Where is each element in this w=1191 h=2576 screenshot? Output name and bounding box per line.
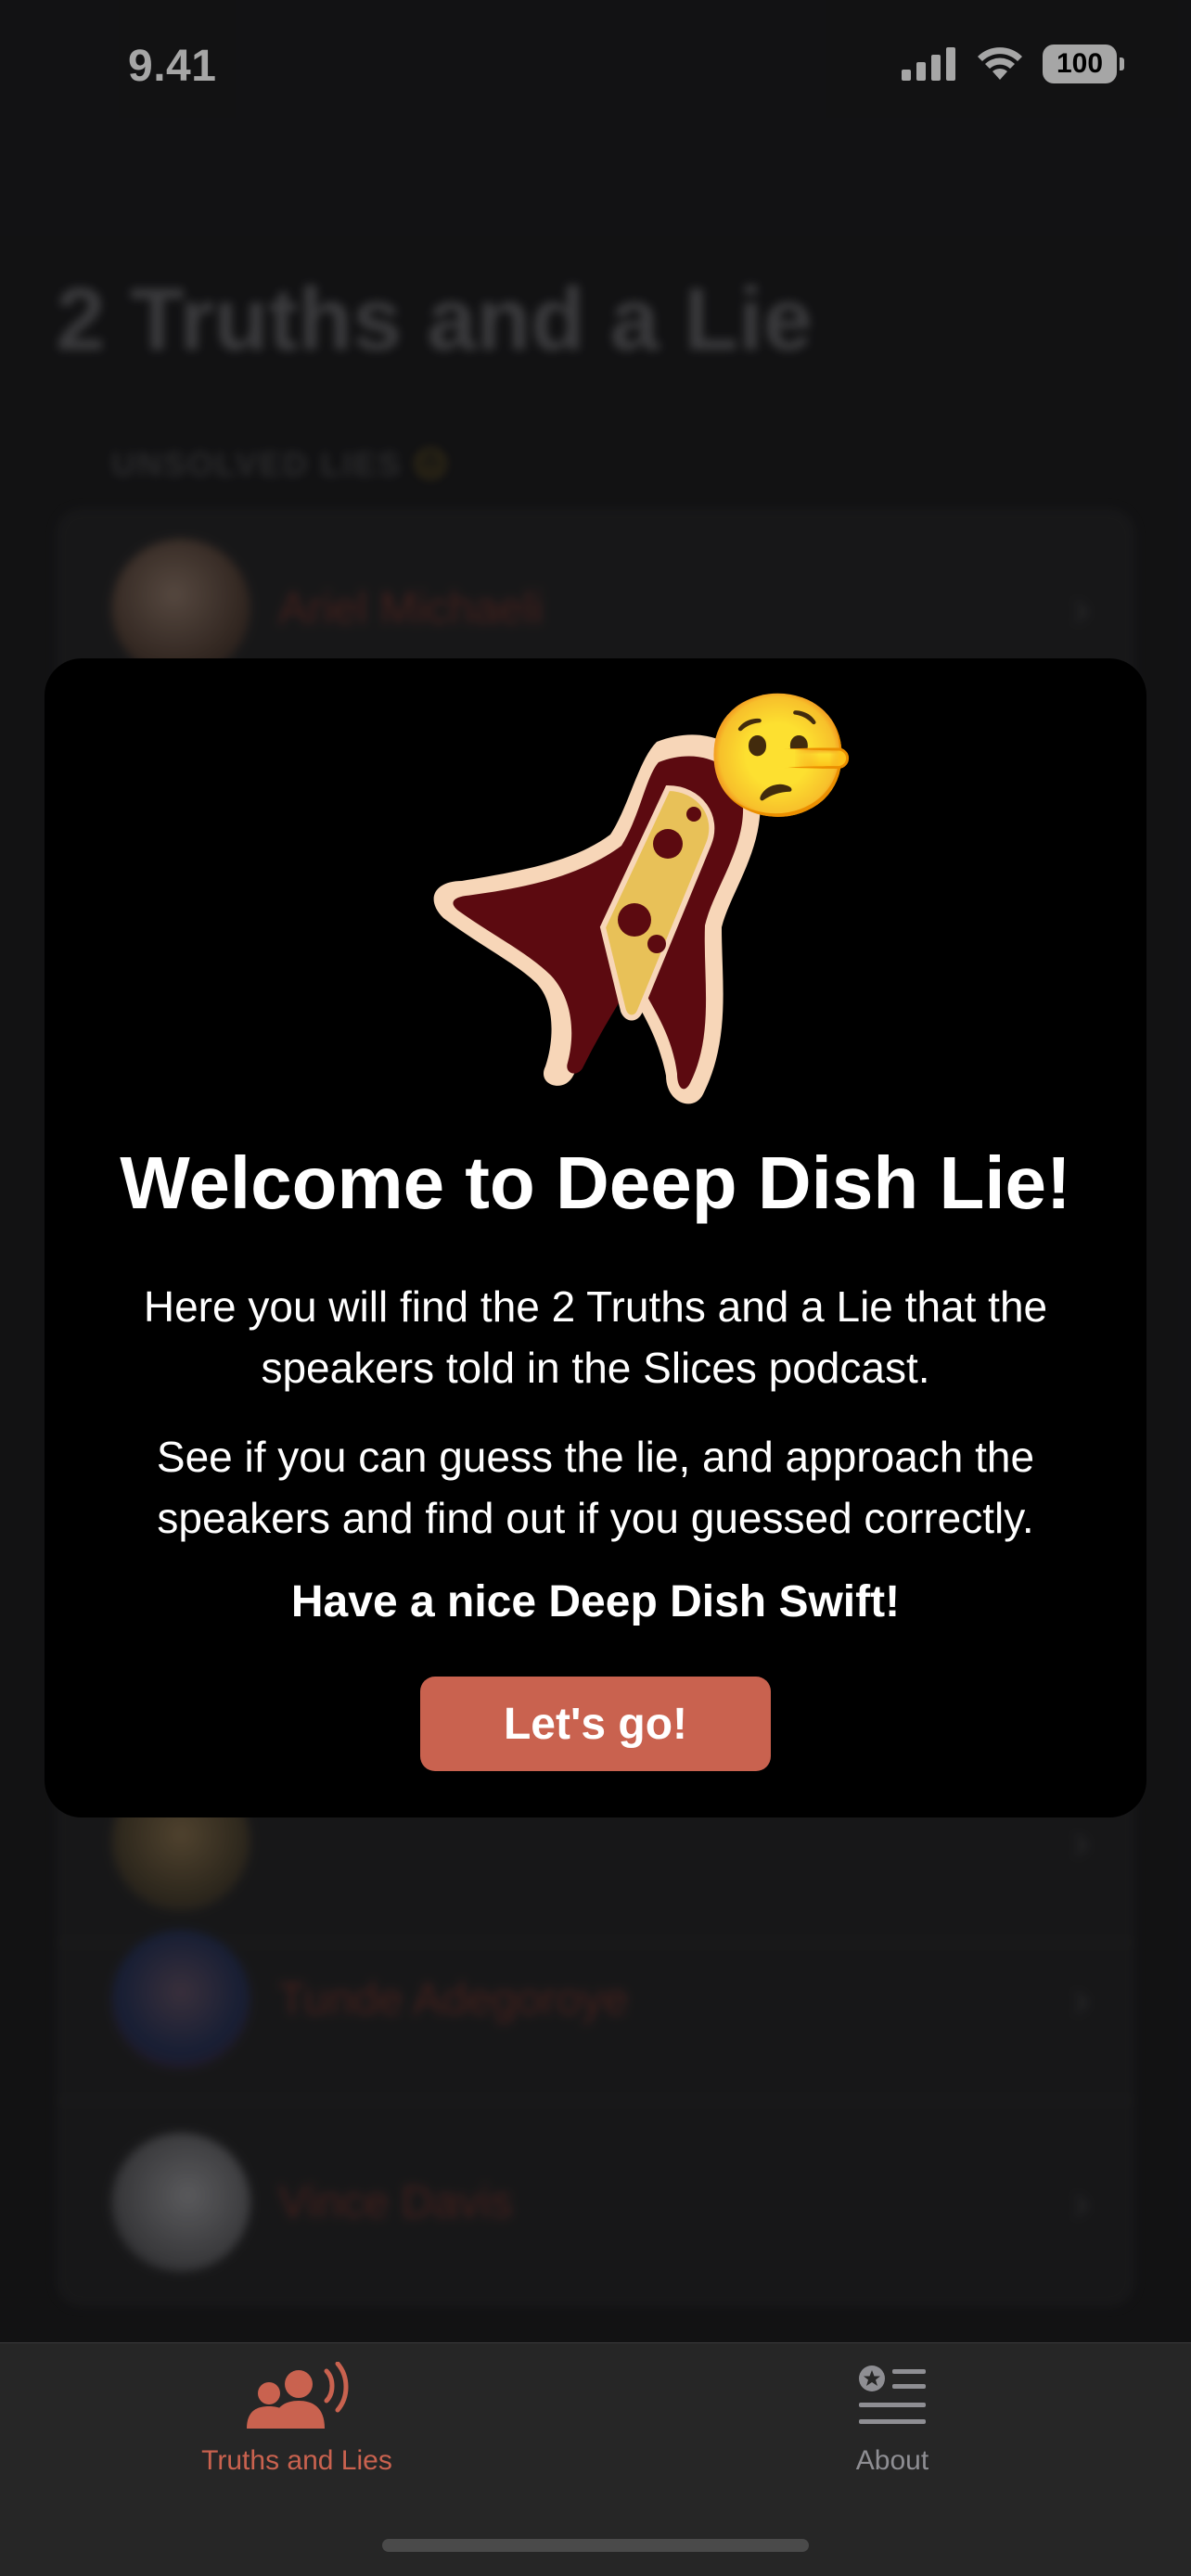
tab-label: Truths and Lies	[201, 2445, 392, 2476]
dialog-title: Welcome to Deep Dish Lie!	[120, 1141, 1071, 1224]
dialog-paragraph-1: Here you will find the 2 Truths and a Li…	[143, 1282, 1048, 1392]
tab-about[interactable]: About	[698, 2362, 1087, 2501]
app-logo: 🤥	[425, 695, 853, 1113]
star-list-icon	[859, 2366, 926, 2424]
lets-go-button[interactable]: Let's go!	[420, 1677, 771, 1771]
app-screen: 9.41 100 2 Truths and a Lie UNSOLVED LIE…	[0, 0, 1191, 2576]
lying-face-emoji: 🤥	[703, 688, 853, 823]
people-speaking-icon	[247, 2362, 349, 2429]
dialog-closing: Have a nice Deep Dish Swift!	[290, 1577, 901, 1626]
home-indicator	[382, 2539, 809, 2552]
tab-label: About	[855, 2445, 929, 2476]
dialog-paragraph-2: See if you can guess the lie, and approa…	[156, 1433, 1035, 1542]
welcome-dialog: 🤥 Welcome to Deep Dish Lie! Here you wil…	[45, 658, 1146, 1817]
tab-truths-and-lies[interactable]: Truths and Lies	[102, 2362, 492, 2501]
